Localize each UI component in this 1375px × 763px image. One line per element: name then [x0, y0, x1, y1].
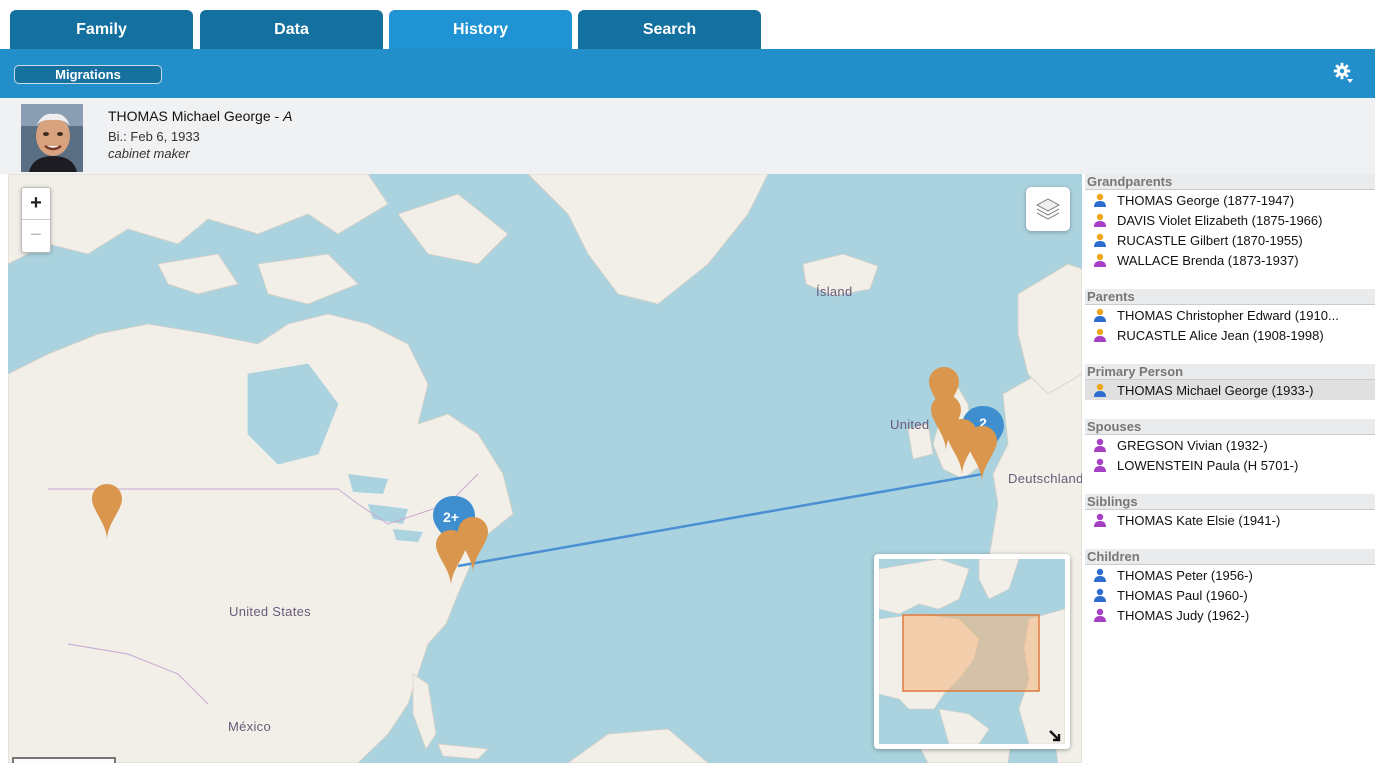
section-title: Primary Person	[1085, 364, 1375, 380]
relative-item[interactable]: DAVIS Violet Elizabeth (1875-1966)	[1085, 210, 1375, 230]
gear-icon[interactable]	[1333, 62, 1353, 84]
map-pin[interactable]	[91, 484, 123, 540]
relatives-panel: Grandparents THOMAS George (1877-1947) D…	[1085, 174, 1375, 763]
section-title: Children	[1085, 549, 1375, 565]
person-header: THOMAS Michael George - A Bi.: Feb 6, 19…	[0, 98, 1375, 174]
section-primary-person: Primary Person THOMAS Michael George (19…	[1085, 364, 1375, 400]
label-uk: United	[890, 417, 930, 432]
section-title: Siblings	[1085, 494, 1375, 510]
relative-item-selected[interactable]: THOMAS Michael George (1933-)	[1085, 380, 1375, 400]
relative-item[interactable]: GREGSON Vivian (1932-)	[1085, 435, 1375, 455]
minimap-toggle-icon[interactable]	[1048, 729, 1062, 743]
section-title: Grandparents	[1085, 174, 1375, 190]
relative-item[interactable]: THOMAS Judy (1962-)	[1085, 605, 1375, 625]
female-person-icon	[1094, 513, 1106, 527]
zoom-in-button[interactable]: +	[22, 188, 50, 219]
relative-item[interactable]: RUCASTLE Gilbert (1870-1955)	[1085, 230, 1375, 250]
person-name-line: THOMAS Michael George - A	[108, 108, 293, 124]
section-grandparents: Grandparents THOMAS George (1877-1947) D…	[1085, 174, 1375, 270]
relative-item[interactable]: THOMAS Paul (1960-)	[1085, 585, 1375, 605]
minimap-view	[879, 559, 1065, 744]
label-mexico: México	[228, 719, 271, 734]
male-person-icon	[1094, 383, 1106, 397]
toolbar: Migrations	[0, 49, 1375, 98]
layers-icon	[1035, 198, 1061, 220]
section-children: Children THOMAS Peter (1956-) THOMAS Pau…	[1085, 549, 1375, 625]
map-scale	[12, 757, 116, 763]
relative-item[interactable]: LOWENSTEIN Paula (H 5701-)	[1085, 455, 1375, 475]
migrations-button[interactable]: Migrations	[14, 65, 162, 84]
female-person-icon	[1094, 458, 1106, 472]
person-photo	[21, 104, 83, 172]
female-person-icon	[1094, 213, 1106, 227]
person-birth: Bi.: Feb 6, 1933	[108, 129, 200, 144]
female-person-icon	[1094, 608, 1106, 622]
relative-item[interactable]: WALLACE Brenda (1873-1937)	[1085, 250, 1375, 270]
male-person-icon	[1094, 233, 1106, 247]
section-title: Parents	[1085, 289, 1375, 305]
tab-history[interactable]: History	[389, 10, 572, 49]
tab-search[interactable]: Search	[578, 10, 761, 49]
relative-item[interactable]: RUCASTLE Alice Jean (1908-1998)	[1085, 325, 1375, 345]
section-title: Spouses	[1085, 419, 1375, 435]
relative-item[interactable]: THOMAS George (1877-1947)	[1085, 190, 1375, 210]
male-person-icon	[1094, 588, 1106, 602]
label-usa: United States	[229, 604, 311, 619]
section-parents: Parents THOMAS Christopher Edward (1910.…	[1085, 289, 1375, 345]
zoom-out-button[interactable]: −	[22, 219, 50, 251]
person-occupation: cabinet maker	[108, 146, 190, 161]
relative-item[interactable]: THOMAS Christopher Edward (1910...	[1085, 305, 1375, 325]
layers-button[interactable]	[1026, 187, 1070, 231]
female-person-icon	[1094, 438, 1106, 452]
section-siblings: Siblings THOMAS Kate Elsie (1941-)	[1085, 494, 1375, 530]
relative-item[interactable]: THOMAS Kate Elsie (1941-)	[1085, 510, 1375, 530]
map-pin[interactable]	[435, 530, 467, 586]
male-person-icon	[1094, 193, 1106, 207]
tab-bar: Family Data History Search	[0, 0, 1375, 49]
female-person-icon	[1094, 328, 1106, 342]
person-suffix: A	[283, 108, 293, 124]
female-person-icon	[1094, 253, 1106, 267]
migration-map[interactable]: Ísland United Deutschland United States …	[8, 174, 1082, 763]
tab-family[interactable]: Family	[10, 10, 193, 49]
minimap[interactable]	[874, 554, 1070, 749]
label-iceland: Ísland	[816, 284, 853, 299]
section-spouses: Spouses GREGSON Vivian (1932-) LOWENSTEI…	[1085, 419, 1375, 475]
person-name: THOMAS Michael George	[108, 108, 271, 124]
map-pin[interactable]	[966, 426, 998, 482]
male-person-icon	[1094, 568, 1106, 582]
male-person-icon	[1094, 308, 1106, 322]
label-germany: Deutschland	[1008, 471, 1082, 486]
tab-data[interactable]: Data	[200, 10, 383, 49]
zoom-control: + −	[21, 187, 51, 253]
relative-item[interactable]: THOMAS Peter (1956-)	[1085, 565, 1375, 585]
